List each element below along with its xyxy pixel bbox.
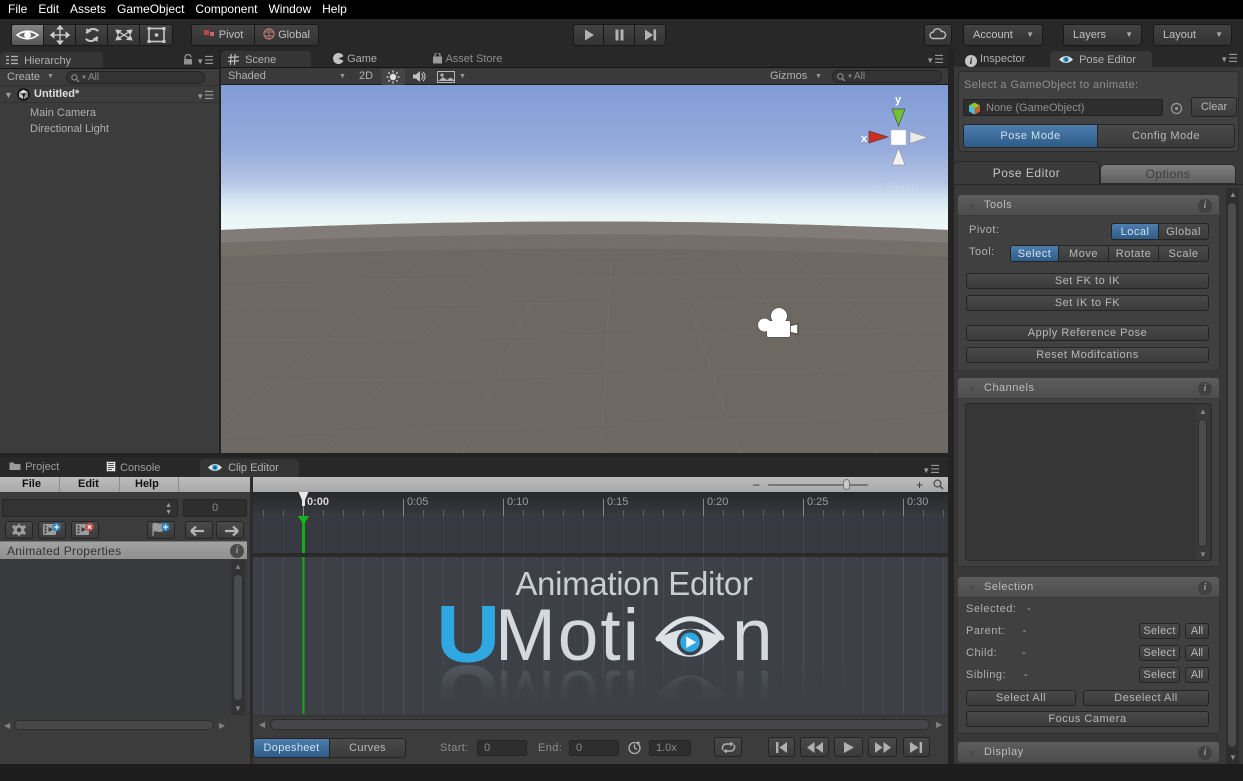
svg-text:⋖ Persp: ⋖ Persp — [873, 180, 918, 194]
svg-text:y: y — [895, 94, 902, 106]
svg-text:x: x — [861, 133, 868, 145]
svg-text:0:20: 0:20 — [707, 496, 728, 508]
svg-text:0:00: 0:00 — [307, 496, 329, 508]
svg-text:0:05: 0:05 — [407, 496, 428, 508]
svg-text:0:25: 0:25 — [807, 496, 828, 508]
svg-text:0:10: 0:10 — [507, 496, 528, 508]
svg-text:0:15: 0:15 — [607, 496, 628, 508]
svg-text:0:30: 0:30 — [907, 496, 928, 508]
